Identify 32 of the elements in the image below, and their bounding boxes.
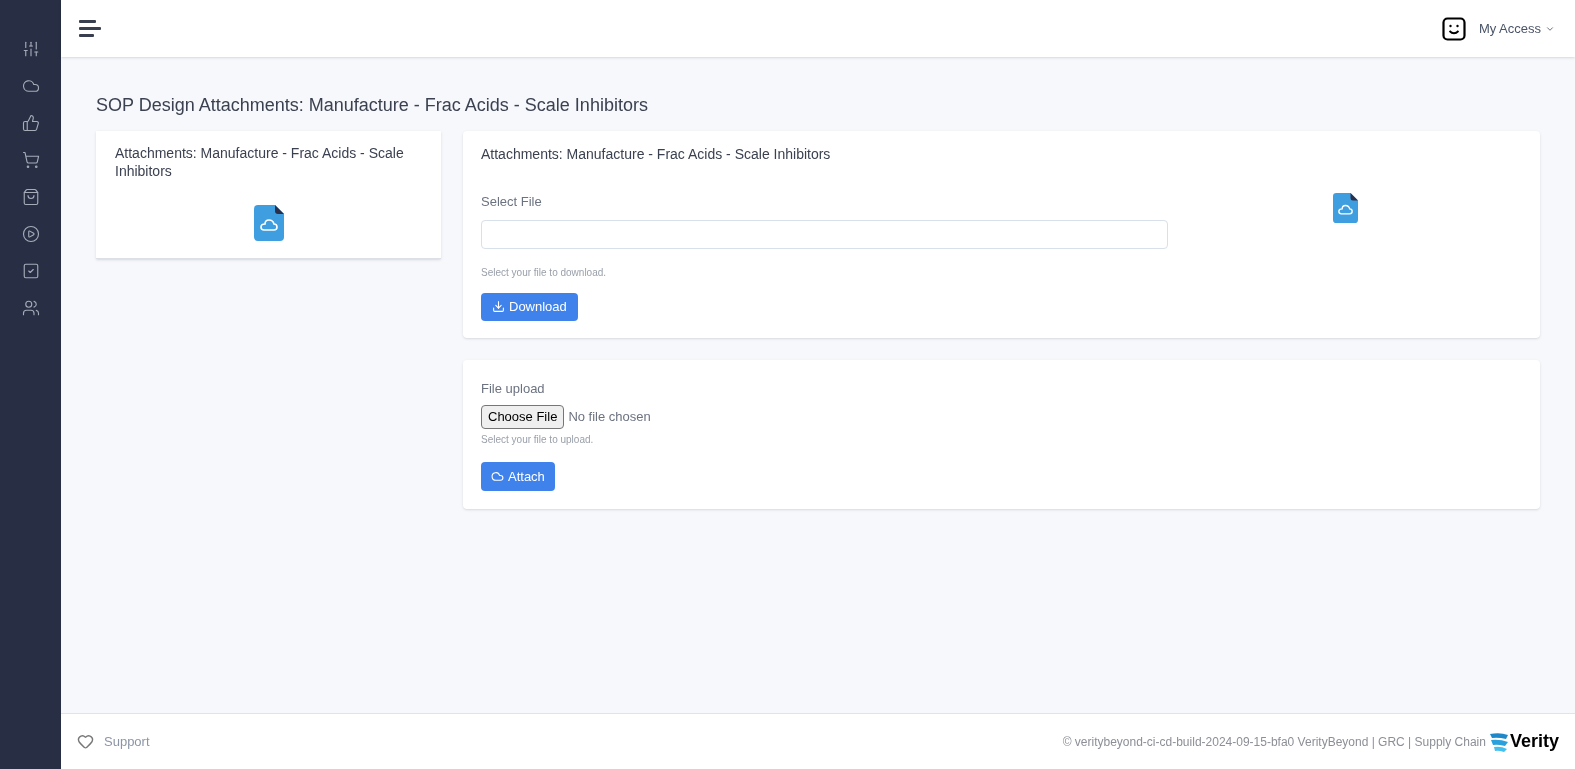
cloud-icon[interactable]	[21, 77, 40, 95]
cloud-file-icon	[1332, 193, 1358, 223]
sliders-icon[interactable]	[21, 40, 40, 58]
card-title: Attachments: Manufacture - Frac Acids - Scale Inhibitors	[115, 144, 405, 180]
field-label: File upload	[481, 379, 546, 398]
copyright-text: © veritybeyond-ci-cd-build-2024-09-15-bfa0 VerityBeyond | GRC | Supply Chain	[1062, 733, 1486, 751]
menu-icon[interactable]	[79, 19, 101, 38]
bag-icon[interactable]	[21, 188, 40, 206]
support-link[interactable]: Support	[104, 731, 150, 752]
cart-icon[interactable]	[21, 151, 40, 169]
users-icon[interactable]	[21, 299, 40, 317]
download-button[interactable]: Download	[481, 292, 578, 321]
cloud-icon	[491, 470, 504, 483]
my-access-menu[interactable]: My Access	[1478, 18, 1555, 39]
smiley-icon	[1441, 16, 1466, 41]
card-title: Attachments: Manufacture - Frac Acids - Scale Inhibitors	[481, 145, 832, 164]
file-status: No file chosen	[568, 408, 651, 427]
page-title: SOP Design Attachments: Manufacture - Frac Acids - Scale Inhibitors	[96, 94, 649, 117]
logo-text: Verity	[1509, 730, 1559, 753]
download-icon	[492, 300, 505, 313]
checkbox-icon[interactable]	[21, 262, 40, 280]
heart-icon	[77, 733, 94, 750]
cloud-file-icon	[253, 205, 284, 241]
thumbs-up-icon[interactable]	[21, 114, 40, 132]
swirl-logo-icon	[1487, 731, 1510, 752]
play-icon[interactable]	[21, 225, 40, 243]
attach-button[interactable]: Attach	[481, 462, 555, 491]
help-text: Select your file to download.	[481, 265, 608, 280]
help-text: Select your file to upload.	[481, 433, 595, 447]
file-select-field[interactable]	[481, 219, 1168, 249]
choose-file-button[interactable]: Choose File	[481, 405, 565, 429]
field-label: Select File	[481, 193, 543, 211]
